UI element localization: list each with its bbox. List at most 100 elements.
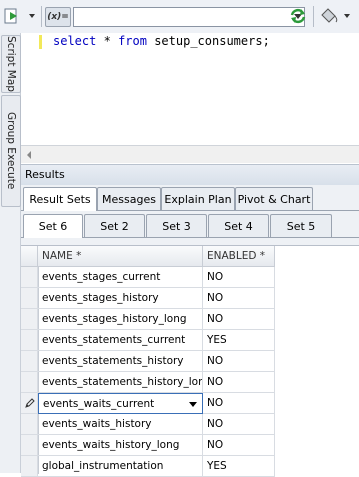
format-button[interactable]	[318, 6, 352, 26]
sql-line: select * from setup_consumers;	[53, 33, 270, 49]
tab-result-sets[interactable]: Result Sets	[23, 187, 97, 211]
row-header[interactable]	[21, 414, 38, 435]
enabled-cell[interactable]: NO	[203, 393, 275, 414]
enabled-cell[interactable]: NO	[203, 351, 275, 372]
row-header[interactable]	[21, 393, 38, 414]
row-header[interactable]	[21, 351, 38, 372]
connection-combo[interactable]	[73, 7, 305, 27]
cell-text: NO	[207, 355, 224, 367]
name-cell[interactable]: global_instrumentation	[38, 456, 203, 477]
sql-identifier: setup_consumers;	[154, 34, 270, 48]
refresh-icon	[290, 8, 306, 24]
row-header[interactable]	[21, 288, 38, 309]
results-tabs: Result Sets Messages Explain Plan Pivot …	[21, 187, 359, 211]
cell-text: NO	[207, 271, 224, 283]
results-title: Results	[25, 168, 65, 181]
cell-text: NO	[207, 376, 224, 388]
tab-label: Set 3	[162, 219, 191, 233]
row-header[interactable]	[21, 267, 38, 288]
tab-label: Set 4	[224, 219, 253, 233]
variables-button[interactable]: (x)=	[45, 7, 71, 27]
name-cell-editor[interactable]: events_waits_current	[38, 393, 203, 414]
row-header[interactable]	[21, 372, 38, 393]
cell-text: NO	[207, 313, 224, 325]
enabled-cell[interactable]: YES	[203, 456, 275, 477]
enabled-cell[interactable]: NO	[203, 414, 275, 435]
name-cell[interactable]: events_statements_current	[38, 330, 203, 351]
cell-text: events_statements_history	[42, 355, 184, 367]
enabled-cell[interactable]: NO	[203, 435, 275, 456]
cell-text: global_instrumentation	[42, 460, 164, 472]
sql-token: *	[103, 34, 111, 48]
tab-set-2[interactable]: Set 2	[84, 214, 145, 237]
cell-text: NO	[207, 292, 224, 304]
tab-label: Set 5	[286, 219, 316, 233]
name-cell[interactable]: events_waits_history	[38, 414, 203, 435]
cell-text: NO	[207, 418, 224, 430]
cell-text: YES	[207, 460, 227, 472]
tab-explain-plan[interactable]: Explain Plan	[161, 187, 235, 210]
sql-keyword: from	[118, 34, 147, 48]
chevron-down-icon[interactable]	[189, 402, 197, 407]
results-panel-header: Results	[21, 164, 359, 186]
cell-text: NO	[207, 397, 224, 409]
tab-set-5[interactable]: Set 5	[270, 214, 332, 237]
name-cell[interactable]: events_statements_history	[38, 351, 203, 372]
name-cell[interactable]: events_stages_history	[38, 288, 203, 309]
row-header[interactable]	[21, 309, 38, 330]
column-header-name[interactable]: NAME *	[38, 246, 203, 267]
tab-pivot-chart[interactable]: Pivot & Chart	[235, 187, 313, 210]
row-header[interactable]	[21, 435, 38, 456]
scroll-left-icon[interactable]	[27, 151, 31, 159]
cell-text: events_stages_history_long	[42, 313, 187, 325]
cell-text: events_waits_history	[42, 418, 152, 430]
enabled-cell[interactable]: NO	[203, 309, 275, 330]
variables-label: (x)=	[47, 12, 69, 22]
sql-editor[interactable]: select * from setup_consumers;	[21, 33, 359, 145]
tab-label: Result Sets	[29, 193, 91, 206]
tab-group-execute[interactable]: Group Execute	[1, 95, 21, 207]
enabled-cell[interactable]: NO	[203, 288, 275, 309]
cell-text: events_waits_current	[43, 397, 155, 410]
column-header-enabled[interactable]: ENABLED *	[203, 246, 275, 267]
tab-label: Set 2	[100, 219, 129, 233]
cell-text: YES	[207, 334, 227, 346]
result-grid: NAME * ENABLED * events_stages_current NO…	[21, 245, 359, 477]
cell-text: events_statements_current	[42, 334, 186, 346]
name-cell[interactable]: events_statements_history_long	[38, 372, 203, 393]
enabled-cell[interactable]: NO	[203, 267, 275, 288]
editor-horizontal-scrollbar[interactable]	[21, 145, 359, 163]
column-header-label: ENABLED *	[207, 250, 266, 262]
execute-icon	[4, 8, 35, 24]
name-cell[interactable]: events_stages_history_long	[38, 309, 203, 330]
tab-script-map-label: Script Map	[5, 36, 17, 92]
tab-set-6[interactable]: Set 6	[23, 214, 83, 238]
execute-button[interactable]	[3, 6, 37, 26]
tab-set-4[interactable]: Set 4	[208, 214, 269, 237]
result-set-tabs: Set 6 Set 2 Set 3 Set 4 Set 5	[21, 214, 359, 238]
tab-label: Explain Plan	[164, 192, 232, 206]
enabled-cell[interactable]: NO	[203, 372, 275, 393]
enabled-cell[interactable]: YES	[203, 330, 275, 351]
paint-bucket-icon	[321, 8, 350, 23]
cell-text: events_statements_history_long	[42, 376, 203, 388]
row-header[interactable]	[21, 456, 38, 477]
tab-set-3[interactable]: Set 3	[146, 214, 207, 237]
refresh-button[interactable]	[288, 6, 308, 26]
tab-group-execute-label: Group Execute	[5, 112, 17, 190]
toolbar: (x)=	[0, 0, 359, 34]
tab-label: Messages	[102, 192, 156, 206]
sql-keyword: select	[53, 34, 97, 48]
cell-text: NO	[207, 439, 224, 451]
grid-corner[interactable]	[21, 246, 38, 267]
name-cell[interactable]: events_waits_history_long	[38, 435, 203, 456]
name-cell[interactable]: events_stages_current	[38, 267, 203, 288]
toolbar-separator	[41, 6, 42, 27]
column-header-label: NAME *	[42, 250, 82, 262]
tab-messages[interactable]: Messages	[97, 187, 161, 210]
tab-script-map[interactable]: Script Map	[1, 35, 21, 93]
cell-text: events_stages_history	[42, 292, 159, 304]
row-header[interactable]	[21, 330, 38, 351]
current-line-marker	[39, 35, 42, 49]
cell-text: events_stages_current	[42, 271, 161, 283]
